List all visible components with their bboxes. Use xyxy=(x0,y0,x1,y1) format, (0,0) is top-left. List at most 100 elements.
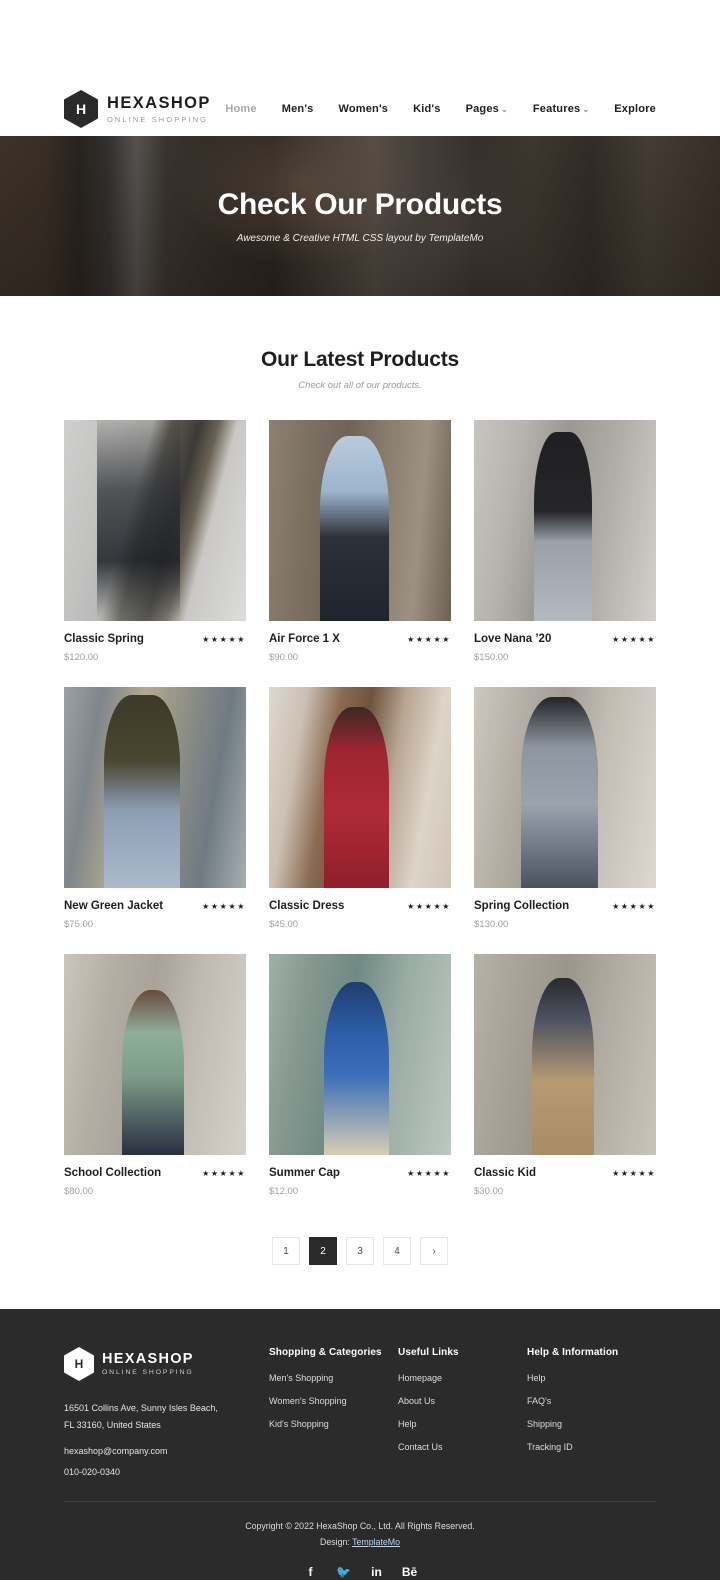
footer-link[interactable]: Help xyxy=(398,1419,527,1429)
product-card[interactable]: Classic Spring ★★★★★ $120.00 xyxy=(64,420,246,663)
footer-columns: H HEXASHOP ONLINE SHOPPING 16501 Collins… xyxy=(64,1347,656,1477)
nav-item-kids[interactable]: Kid's xyxy=(413,103,440,115)
hero-subtitle: Awesome & Creative HTML CSS layout by Te… xyxy=(236,233,484,244)
footer-link[interactable]: Homepage xyxy=(398,1373,527,1383)
nav-item-label: Pages xyxy=(465,103,499,115)
nav-item-label: Men's xyxy=(281,103,314,115)
site-logo[interactable]: H HEXASHOP ONLINE SHOPPING xyxy=(64,90,211,128)
product-card[interactable]: Air Force 1 X ★★★★★ $90.00 xyxy=(269,420,451,663)
footer-email[interactable]: hexashop@company.com xyxy=(64,1446,269,1456)
logo-text: HEXASHOP ONLINE SHOPPING xyxy=(107,94,211,123)
address-line-1: 16501 Collins Ave, Sunny Isles Beach, xyxy=(64,1403,218,1413)
product-meta: Air Force 1 X ★★★★★ xyxy=(269,633,451,645)
footer-phone[interactable]: 010-020-0340 xyxy=(64,1467,269,1477)
product-card[interactable]: Love Nana ’20 ★★★★★ $150.00 xyxy=(474,420,656,663)
product-image[interactable] xyxy=(269,954,451,1155)
design-prefix: Design: xyxy=(319,1536,353,1547)
product-price: $150.00 xyxy=(474,652,509,663)
footer-link-column-3: Help & Information Help FAQ's Shipping Track… xyxy=(527,1347,656,1477)
footer-link[interactable]: Women's Shopping xyxy=(269,1396,398,1406)
product-name: New Green Jacket xyxy=(64,900,164,912)
hexagon-logo-icon: H xyxy=(64,90,98,128)
footer-link[interactable]: Contact Us xyxy=(398,1442,527,1452)
product-price: $12.00 xyxy=(269,1186,299,1197)
pagination-page-2[interactable]: 2 xyxy=(309,1237,337,1265)
product-card[interactable]: School Collection ★★★★★ $80.00 xyxy=(64,954,246,1197)
product-image[interactable] xyxy=(269,420,451,621)
product-card[interactable]: Summer Cap ★★★★★ $12.00 xyxy=(269,954,451,1197)
product-image[interactable] xyxy=(474,420,656,621)
site-footer: H HEXASHOP ONLINE SHOPPING 16501 Collins… xyxy=(0,1309,720,1580)
product-name: Classic Dress xyxy=(269,900,345,912)
product-photo xyxy=(474,420,656,621)
nav-item-womens[interactable]: Women's xyxy=(338,103,388,115)
nav-item-label: Features xyxy=(532,103,581,115)
footer-link[interactable]: Shipping xyxy=(527,1419,656,1429)
footer-link[interactable]: Men's Shopping xyxy=(269,1373,398,1383)
pagination-next-button[interactable]: › xyxy=(420,1237,448,1265)
address-line-2: FL 33160, United States xyxy=(64,1419,161,1430)
footer-link[interactable]: About Us xyxy=(398,1396,527,1406)
footer-divider xyxy=(64,1501,656,1503)
nav-item-pages[interactable]: Pages ⌄ xyxy=(466,103,508,115)
footer-link[interactable]: FAQ's xyxy=(527,1396,656,1406)
pagination-page-4[interactable]: 4 xyxy=(383,1237,411,1265)
behance-icon[interactable]: Bē xyxy=(402,1564,418,1580)
product-meta: New Green Jacket ★★★★★ xyxy=(64,900,246,912)
twitter-icon[interactable]: 🐦 xyxy=(336,1564,352,1580)
product-name: Air Force 1 X xyxy=(269,633,340,645)
product-meta: Love Nana ’20 ★★★★★ xyxy=(474,633,656,645)
pagination: 1 2 3 4 › xyxy=(64,1237,656,1309)
main-navigation: Home Men's Women's Kid's Pages ⌄ Features ⌄ Expl… xyxy=(225,103,656,115)
section-title: Our Latest Products xyxy=(260,348,460,371)
product-image[interactable] xyxy=(64,420,246,621)
pagination-page-1[interactable]: 1 xyxy=(272,1237,300,1265)
product-name: Summer Cap xyxy=(269,1167,340,1179)
product-meta: Classic Spring ★★★★★ xyxy=(64,633,246,645)
footer-link[interactable]: Tracking ID xyxy=(527,1442,656,1452)
product-meta: Summer Cap ★★★★★ xyxy=(269,1167,451,1179)
product-image[interactable] xyxy=(269,687,451,888)
footer-link[interactable]: Kid's Shopping xyxy=(269,1419,398,1429)
product-image[interactable] xyxy=(474,687,656,888)
product-price: $120.00 xyxy=(64,652,99,663)
footer-logo[interactable]: H HEXASHOP ONLINE SHOPPING xyxy=(64,1347,269,1381)
site-header: H HEXASHOP ONLINE SHOPPING Home Men's Wome… xyxy=(0,82,720,136)
footer-link-column-1: Shopping & Categories Men's Shopping Women… xyxy=(269,1347,398,1477)
nav-item-home[interactable]: Home xyxy=(225,103,256,115)
product-photo xyxy=(64,954,246,1155)
product-name: Classic Spring xyxy=(64,633,144,645)
facebook-icon[interactable]: f xyxy=(303,1564,319,1580)
product-card[interactable]: Classic Dress ★★★★★ $45.00 xyxy=(269,687,451,930)
chevron-down-icon: ⌄ xyxy=(500,105,508,114)
product-rating-stars: ★★★★★ xyxy=(407,634,451,644)
nav-item-mens[interactable]: Men's xyxy=(282,103,314,115)
product-photo xyxy=(269,420,451,621)
product-card[interactable]: Spring Collection ★★★★★ $130.00 xyxy=(474,687,656,930)
product-grid: Classic Spring ★★★★★ $120.00 Air Force 1 X ★… xyxy=(64,420,656,1221)
product-price: $80.00 xyxy=(64,1186,94,1197)
product-image[interactable] xyxy=(64,954,246,1155)
product-photo xyxy=(474,687,656,888)
product-card[interactable]: Classic Kid ★★★★★ $30.00 xyxy=(474,954,656,1197)
footer-link[interactable]: Help xyxy=(527,1373,656,1383)
product-image[interactable] xyxy=(64,687,246,888)
nav-item-features[interactable]: Features ⌄ xyxy=(533,103,589,115)
product-rating-stars: ★★★★★ xyxy=(612,634,656,644)
linkedin-icon[interactable]: in xyxy=(369,1564,385,1580)
templatemo-link[interactable]: TemplateMo xyxy=(352,1537,400,1547)
footer-logo-text: HEXASHOP ONLINE SHOPPING xyxy=(102,1351,194,1377)
product-image[interactable] xyxy=(474,954,656,1155)
product-rating-stars: ★★★★★ xyxy=(407,1168,451,1178)
product-name: Love Nana ’20 xyxy=(474,633,552,645)
product-price: $45.00 xyxy=(269,919,299,930)
footer-column-title: Shopping & Categories xyxy=(269,1347,382,1358)
nav-item-explore[interactable]: Explore xyxy=(614,103,656,115)
product-photo xyxy=(269,687,451,888)
product-name: Classic Kid xyxy=(474,1167,536,1179)
product-price: $90.00 xyxy=(269,652,299,663)
product-card[interactable]: New Green Jacket ★★★★★ $75.00 xyxy=(64,687,246,930)
pagination-page-3[interactable]: 3 xyxy=(346,1237,374,1265)
product-meta: School Collection ★★★★★ xyxy=(64,1167,246,1179)
product-rating-stars: ★★★★★ xyxy=(202,1168,246,1178)
